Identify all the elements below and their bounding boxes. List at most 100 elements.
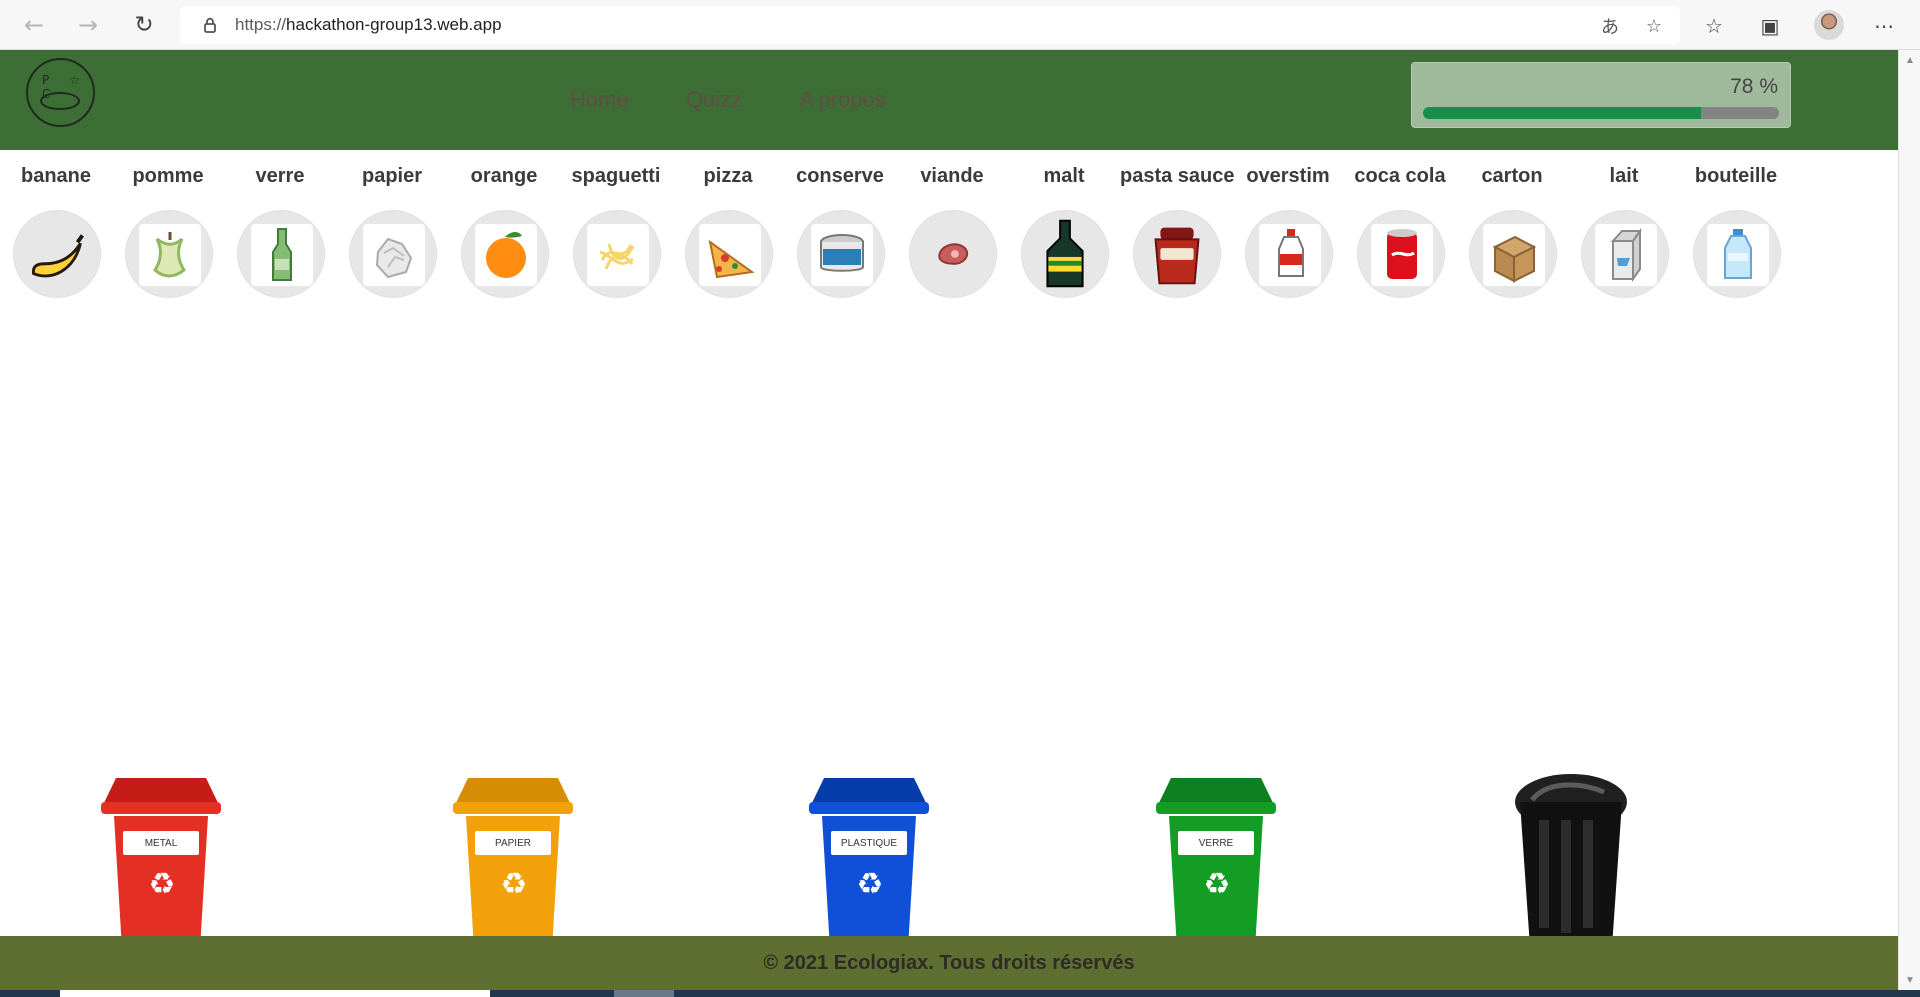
url-host: hackathon-group13.web.app	[286, 15, 502, 34]
browser-toolbar: ← → ↻ https://hackathon-group13.web.app …	[0, 0, 1920, 50]
waste-item-label: orange	[470, 165, 538, 187]
footer-copyright: © 2021 Ecologiax. Tous droits réservés	[763, 951, 1135, 974]
reload-icon[interactable]: ↻	[128, 9, 160, 41]
waste-item-label: pizza	[703, 165, 753, 187]
plastic-bottle-icon[interactable]	[1693, 210, 1781, 298]
bin-lid	[101, 778, 221, 814]
waste-item-label: conserve	[796, 165, 884, 187]
glass-bin[interactable]: VERRE ♻	[1151, 771, 1281, 941]
tin-can-icon[interactable]	[797, 210, 885, 298]
progress-bar-fill	[1423, 107, 1701, 119]
collections-icon[interactable]: ▣	[1756, 12, 1784, 40]
malt-bottle-icon[interactable]	[1021, 210, 1109, 298]
nav-link-home[interactable]: Home	[570, 87, 629, 113]
logo[interactable]: P ☆ C	[26, 58, 95, 127]
waste-item[interactable]: orange	[448, 165, 560, 298]
logo-face-icon	[40, 92, 80, 110]
bin-lid	[809, 778, 929, 814]
back-arrow-icon[interactable]: ←	[18, 9, 50, 41]
meat-icon[interactable]	[909, 210, 997, 298]
waste-item-label: pasta sauce	[1120, 165, 1235, 187]
pizza-icon[interactable]	[685, 210, 773, 298]
site-footer: © 2021 Ecologiax. Tous droits réservés	[0, 936, 1898, 990]
nav-link-quizz[interactable]: Quizz	[686, 87, 742, 113]
general-waste-bin[interactable]	[1512, 772, 1630, 947]
bin-label: METAL	[123, 831, 199, 855]
url-text: https://hackathon-group13.web.app	[235, 15, 502, 35]
profile-avatar[interactable]	[1814, 10, 1844, 40]
address-bar[interactable]: https://hackathon-group13.web.app あ ☆	[180, 6, 1680, 44]
waste-item-label: bouteille	[1694, 165, 1778, 187]
waste-item-label: verre	[255, 165, 305, 187]
bin-lid	[453, 778, 573, 814]
sauce-jar-icon[interactable]	[1133, 210, 1221, 298]
glass-bottle-icon[interactable]	[237, 210, 325, 298]
taskbar-highlight	[60, 990, 490, 997]
waste-items: banane pomme verre papier orange spaguet…	[0, 165, 1898, 355]
waste-item-label: overstim	[1246, 165, 1330, 187]
waste-item[interactable]: spaguetti	[560, 165, 672, 298]
banana-icon[interactable]	[13, 210, 101, 298]
more-icon[interactable]: ⋯	[1870, 12, 1898, 40]
waste-item[interactable]: lait	[1568, 165, 1680, 298]
waste-item-label: banane	[20, 165, 92, 187]
scroll-down-icon[interactable]: ▼	[1899, 970, 1920, 990]
waste-item-label: malt	[1043, 165, 1085, 187]
bin-lid	[1156, 778, 1276, 814]
main-navigation: Home Quizz A propos	[570, 87, 886, 113]
forward-arrow-icon[interactable]: →	[72, 9, 104, 41]
progress-label: 78 %	[1730, 75, 1778, 98]
apple-core-icon[interactable]	[125, 210, 213, 298]
page-scrollbar[interactable]: ▲ ▼	[1898, 50, 1920, 990]
waste-item[interactable]: pizza	[672, 165, 784, 298]
recycle-icon: ♻	[856, 867, 884, 902]
waste-item-label: carton	[1481, 165, 1543, 187]
recycle-icon: ♻	[1203, 867, 1231, 902]
waste-item-label: lait	[1609, 165, 1639, 187]
metal-bin[interactable]: METAL ♻	[96, 771, 226, 941]
waste-item-label: coca cola	[1354, 165, 1446, 187]
taskbar-active-indicator	[614, 990, 674, 997]
waste-item-label: pomme	[132, 165, 204, 187]
waste-item-label: papier	[361, 165, 423, 187]
web-page: P ☆ C Home Quizz A propos 78 % banane po…	[0, 50, 1898, 990]
waste-item[interactable]: pasta sauce	[1120, 165, 1235, 298]
waste-item[interactable]: bouteille	[1680, 165, 1792, 298]
drink-bottle-icon[interactable]	[1245, 210, 1333, 298]
progress-card: 78 %	[1411, 62, 1791, 128]
crumpled-paper-icon[interactable]	[349, 210, 437, 298]
orange-icon[interactable]	[461, 210, 549, 298]
favorites-icon[interactable]: ☆	[1700, 12, 1728, 40]
bin-label: PLASTIQUE	[831, 831, 907, 855]
recycle-icon: ♻	[500, 867, 528, 902]
milk-carton-icon[interactable]	[1581, 210, 1669, 298]
paper-bin[interactable]: PAPIER ♻	[448, 771, 578, 941]
translate-icon[interactable]: あ	[1598, 14, 1622, 38]
bin-label: VERRE	[1178, 831, 1254, 855]
waste-item[interactable]: verre	[224, 165, 336, 298]
waste-item[interactable]: coca cola	[1344, 165, 1456, 298]
bin-label: PAPIER	[475, 831, 551, 855]
recycle-icon: ♻	[148, 867, 176, 902]
waste-item[interactable]: overstim	[1232, 165, 1344, 298]
waste-item-label: spaguetti	[571, 165, 661, 187]
cardboard-box-icon[interactable]	[1469, 210, 1557, 298]
soda-can-icon[interactable]	[1357, 210, 1445, 298]
waste-item[interactable]: pomme	[112, 165, 224, 298]
site-header: P ☆ C Home Quizz A propos 78 %	[0, 50, 1898, 150]
waste-item[interactable]: conserve	[784, 165, 896, 298]
spaghetti-icon[interactable]	[573, 210, 661, 298]
plastic-bin[interactable]: PLASTIQUE ♻	[804, 771, 934, 941]
waste-item-label: viande	[920, 165, 984, 187]
favorite-star-icon[interactable]: ☆	[1642, 14, 1666, 38]
nav-link-a-propos[interactable]: A propos	[799, 87, 886, 113]
waste-item[interactable]: carton	[1456, 165, 1568, 298]
progress-bar	[1423, 107, 1779, 119]
waste-item[interactable]: viande	[896, 165, 1008, 298]
waste-item[interactable]: malt	[1008, 165, 1120, 298]
waste-item[interactable]: banane	[0, 165, 112, 298]
waste-item[interactable]: papier	[336, 165, 448, 298]
url-prefix: https://	[235, 15, 287, 34]
scroll-up-icon[interactable]: ▲	[1899, 50, 1920, 70]
lock-icon	[204, 17, 216, 33]
